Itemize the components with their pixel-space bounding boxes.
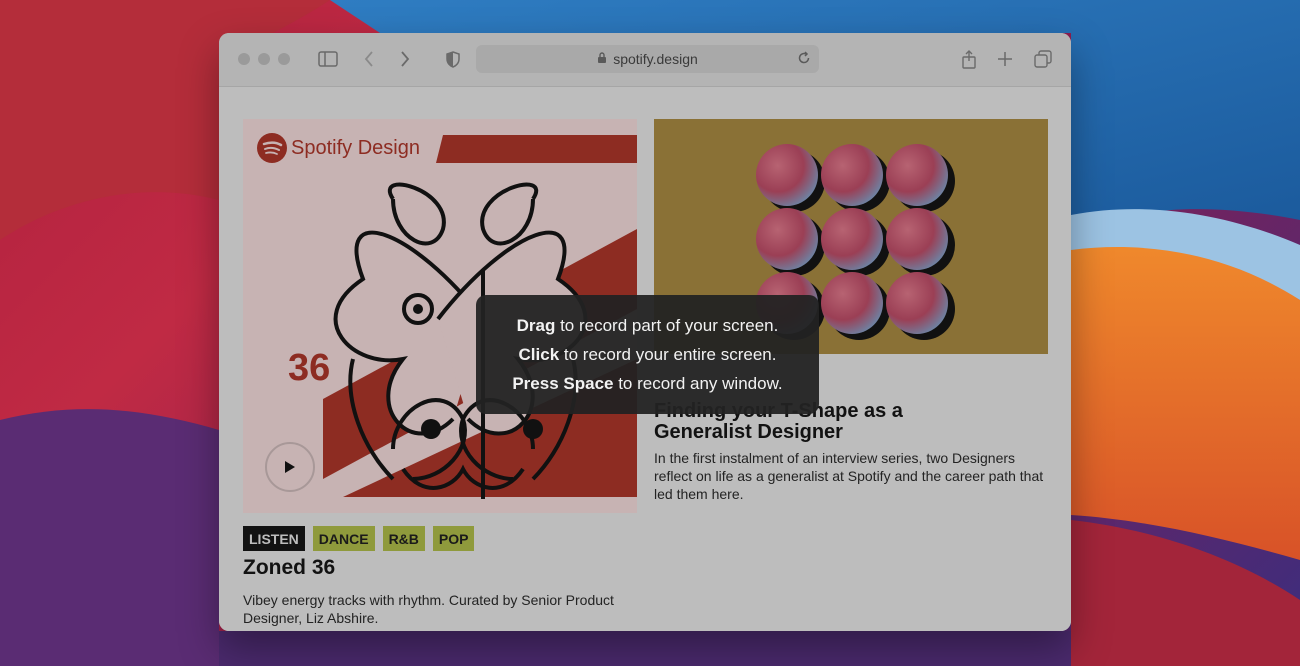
back-icon[interactable] xyxy=(361,48,377,70)
hint-line-space: Press Space to record any window. xyxy=(512,374,782,394)
playlist-description: Vibey energy tracks with rhythm. Curated… xyxy=(243,592,614,626)
hint-click-text: to record your entire screen. xyxy=(559,344,777,364)
brand-text: Spotify Design xyxy=(291,136,420,159)
new-tab-icon[interactable] xyxy=(997,48,1013,70)
spotify-logo-icon xyxy=(257,133,287,163)
sidebar-icon[interactable] xyxy=(317,48,339,70)
spotify-design-brand: Spotify Design xyxy=(257,133,420,163)
zoom-window-button[interactable] xyxy=(278,53,290,65)
hint-space-key: Press Space xyxy=(512,373,614,393)
tag-dance[interactable]: DANCE xyxy=(312,526,375,551)
article-description: In the first instalment of an interview … xyxy=(654,450,1044,502)
hint-drag-text: to record part of your screen. xyxy=(555,315,779,335)
hint-line-click: Click to record your entire screen. xyxy=(519,345,777,365)
share-icon[interactable] xyxy=(961,48,977,70)
shield-icon[interactable] xyxy=(444,48,462,70)
hint-click-key: Click xyxy=(518,344,560,364)
address-url: spotify.design xyxy=(613,51,698,67)
lock-icon xyxy=(597,51,607,67)
browser-toolbar: spotify.design xyxy=(219,33,1071,87)
genre-tags: LISTEN DANCE R&B POP xyxy=(243,526,475,551)
tabs-overview-icon[interactable] xyxy=(1033,48,1053,70)
playlist-number: 36 xyxy=(288,347,331,389)
tag-pop[interactable]: POP xyxy=(432,526,475,551)
hint-drag-key: Drag xyxy=(516,315,556,335)
hint-line-drag: Drag to record part of your screen. xyxy=(517,316,779,336)
hint-space-text: to record any window. xyxy=(613,373,783,393)
close-window-button[interactable] xyxy=(238,53,250,65)
tag-listen[interactable]: LISTEN xyxy=(243,526,305,551)
minimize-window-button[interactable] xyxy=(258,53,270,65)
reload-icon[interactable] xyxy=(797,51,811,68)
play-button[interactable] xyxy=(265,442,315,492)
forward-icon[interactable] xyxy=(397,48,413,70)
tag-rnb[interactable]: R&B xyxy=(382,526,425,551)
screen-recording-hint: Drag to record part of your screen. Clic… xyxy=(476,295,819,414)
address-bar[interactable]: spotify.design xyxy=(476,45,819,73)
play-icon xyxy=(285,461,295,473)
playlist-title[interactable]: Zoned 36 xyxy=(243,556,335,580)
